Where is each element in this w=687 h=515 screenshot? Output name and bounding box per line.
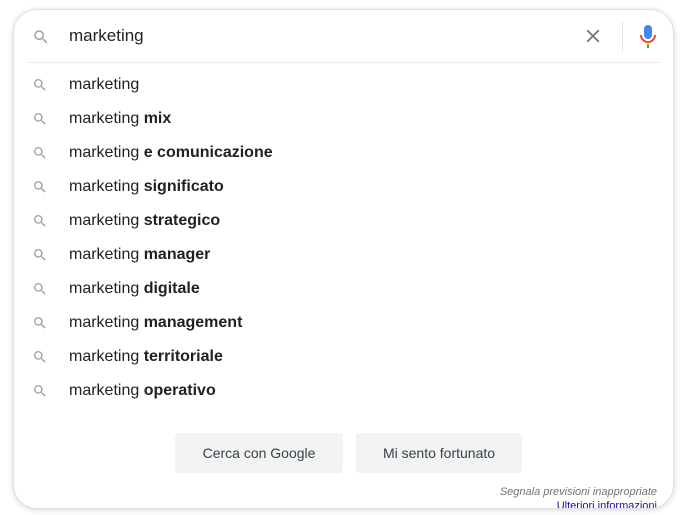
- search-icon: [32, 213, 48, 229]
- suggestion-prefix: marketing: [69, 110, 140, 127]
- search-icon: [32, 315, 48, 331]
- search-icon: [32, 28, 50, 46]
- search-input[interactable]: marketing: [69, 25, 144, 47]
- suggestion-completion: management: [143, 314, 243, 331]
- suggestion-item[interactable]: marketing e comunicazione: [14, 136, 673, 170]
- feeling-lucky-button[interactable]: Mi sento fortunato: [356, 433, 522, 473]
- divider: [622, 22, 623, 52]
- suggestion-completion: significato: [143, 178, 224, 195]
- microphone-icon: [640, 25, 656, 48]
- suggestion-item[interactable]: marketing digitale: [14, 272, 673, 306]
- suggestion-prefix: marketing: [69, 246, 140, 263]
- close-icon: [586, 29, 600, 43]
- suggestion-item[interactable]: marketing territoriale: [14, 340, 673, 374]
- suggestion-prefix: marketing: [69, 348, 140, 365]
- suggestion-item[interactable]: marketing strategico: [14, 204, 673, 238]
- suggestion-item[interactable]: marketing manager: [14, 238, 673, 272]
- suggestion-label: marketing territoriale: [69, 348, 223, 366]
- suggestion-label: marketing strategico: [69, 212, 220, 230]
- suggestion-list: marketing marketing mix marketing e comu…: [14, 68, 673, 408]
- suggestion-label: marketing: [69, 76, 139, 94]
- more-info-link[interactable]: Ulteriori informazioni: [557, 500, 657, 508]
- suggestion-label: marketing e comunicazione: [69, 144, 273, 162]
- suggestion-item[interactable]: marketing management: [14, 306, 673, 340]
- suggestion-prefix: marketing: [69, 382, 140, 399]
- suggestion-label: marketing mix: [69, 110, 171, 128]
- report-predictions-link[interactable]: Segnala previsioni inappropriate: [500, 486, 657, 498]
- clear-search-button[interactable]: [580, 23, 606, 49]
- search-icon: [32, 281, 48, 297]
- suggestion-prefix: marketing: [69, 144, 140, 161]
- divider: [28, 62, 661, 63]
- suggestion-completion: digitale: [143, 280, 200, 297]
- suggestion-completion: strategico: [143, 212, 221, 229]
- search-icon: [32, 145, 48, 161]
- search-suggestions-card: marketing marketing marketing mix market…: [13, 9, 674, 509]
- suggestion-label: marketing operativo: [69, 382, 216, 400]
- suggestion-prefix: marketing: [69, 178, 140, 195]
- suggestion-prefix: marketing: [69, 314, 140, 331]
- suggestion-item[interactable]: marketing significato: [14, 170, 673, 204]
- suggestion-label: marketing digitale: [69, 280, 200, 298]
- suggestion-completion: manager: [143, 246, 211, 263]
- suggestion-prefix: marketing: [69, 76, 140, 93]
- suggestion-item[interactable]: marketing: [14, 68, 673, 102]
- search-bar[interactable]: marketing: [14, 10, 673, 62]
- suggestion-completion: territoriale: [143, 348, 223, 365]
- suggestion-item[interactable]: marketing operativo: [14, 374, 673, 408]
- google-search-button[interactable]: Cerca con Google: [175, 433, 343, 473]
- suggestion-prefix: marketing: [69, 280, 140, 297]
- search-icon: [32, 179, 48, 195]
- search-icon: [32, 247, 48, 263]
- search-icon: [32, 77, 48, 93]
- suggestion-completion: e comunicazione: [143, 144, 273, 161]
- suggestion-completion: mix: [143, 110, 172, 127]
- suggestion-prefix: marketing: [69, 212, 140, 229]
- search-icon: [32, 349, 48, 365]
- suggestion-label: marketing significato: [69, 178, 224, 196]
- suggestion-label: marketing manager: [69, 246, 210, 264]
- suggestion-label: marketing management: [69, 314, 242, 332]
- search-icon: [32, 111, 48, 127]
- suggestion-item[interactable]: marketing mix: [14, 102, 673, 136]
- search-icon: [32, 383, 48, 399]
- suggestion-completion: operativo: [143, 382, 216, 399]
- voice-search-button[interactable]: [636, 23, 660, 51]
